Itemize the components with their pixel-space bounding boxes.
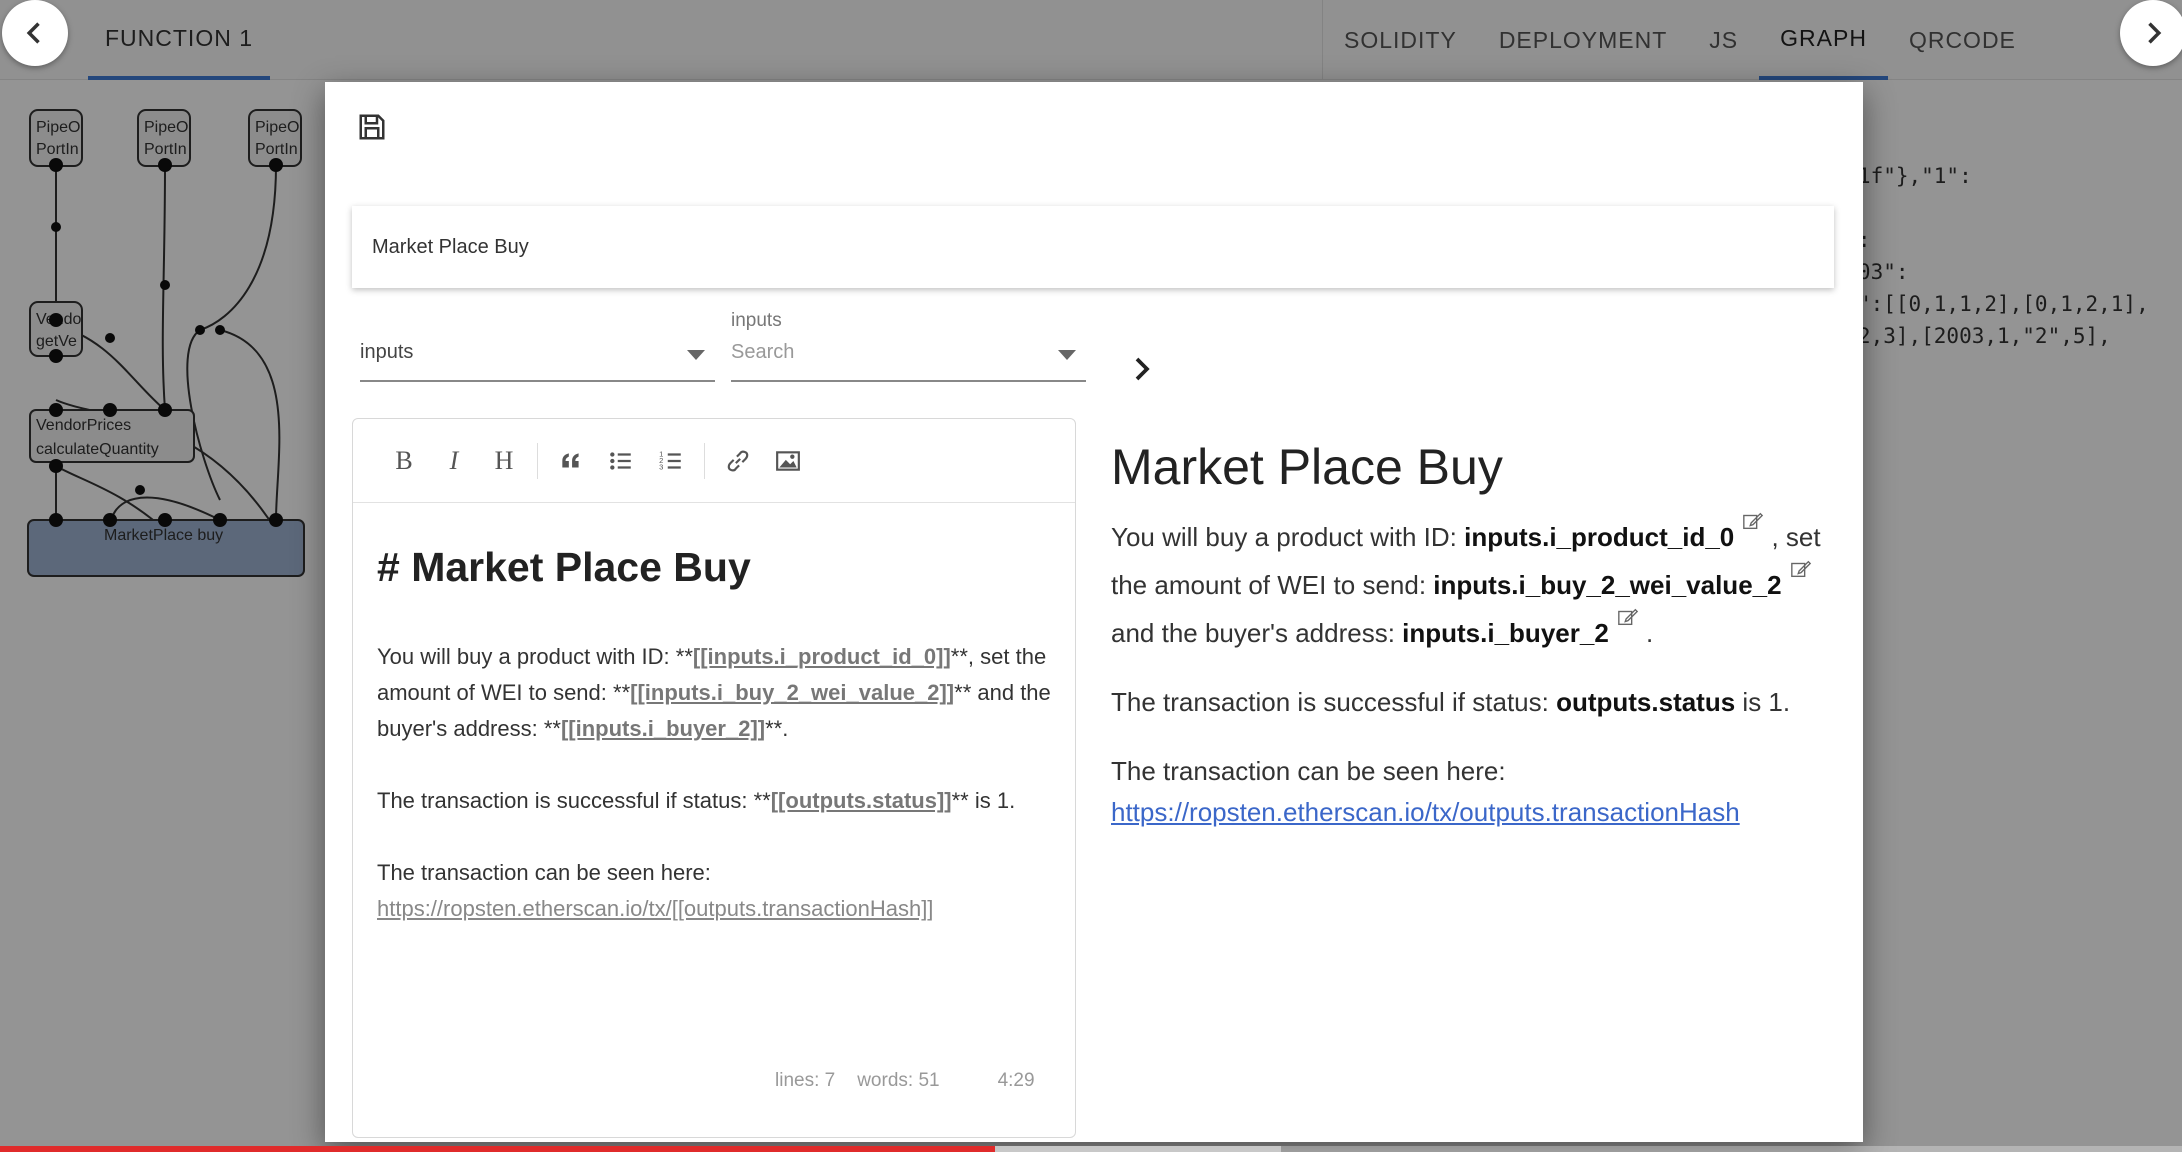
preview-field: inputs.i_buy_2_wei_value_2 bbox=[1433, 570, 1782, 600]
field-search-select[interactable]: inputs Search bbox=[731, 310, 1086, 382]
editor-text: The transaction is successful if status:… bbox=[377, 788, 771, 813]
transaction-link[interactable]: https://ropsten.etherscan.io/tx/outputs.… bbox=[1111, 797, 1740, 827]
heading-icon: H bbox=[494, 445, 514, 475]
line-count: lines: 7 bbox=[775, 1070, 836, 1091]
video-progress-fill bbox=[0, 1146, 995, 1152]
caret-down-icon bbox=[1058, 350, 1076, 360]
bullet-list-button[interactable] bbox=[596, 436, 646, 486]
markdown-editor-dialog: Market Place Buy inputs inputs Search B … bbox=[325, 82, 1863, 1142]
preview-text: You will buy a product with ID: bbox=[1111, 522, 1465, 552]
save-icon[interactable] bbox=[357, 112, 387, 142]
italic-button[interactable]: I bbox=[429, 436, 479, 486]
numbered-list-button[interactable]: 123 bbox=[646, 436, 696, 486]
editor-status-bar: lines: 7 words: 51 4:29 bbox=[775, 1070, 1035, 1092]
caret-down-icon bbox=[687, 350, 705, 360]
video-progress-bar[interactable] bbox=[0, 1146, 2182, 1152]
preview-paragraph: The transaction is successful if status:… bbox=[1111, 682, 1831, 723]
bold-button[interactable]: B bbox=[379, 436, 429, 486]
editor-text: You will buy a product with ID: ** bbox=[377, 644, 693, 669]
link-icon bbox=[727, 450, 749, 471]
image-icon bbox=[776, 450, 800, 471]
video-buffer bbox=[994, 1146, 1281, 1152]
editor-content[interactable]: # Market Place Buy You will buy a produc… bbox=[377, 539, 1067, 963]
word-count: words: 51 bbox=[857, 1070, 940, 1091]
source-select[interactable]: inputs bbox=[360, 310, 715, 382]
markdown-editor[interactable]: B I H 123 # Market Place Buy You will bu… bbox=[352, 418, 1076, 1138]
editor-paragraph: You will buy a product with ID: **[[inpu… bbox=[377, 639, 1067, 747]
editor-toolbar: B I H 123 bbox=[353, 419, 1075, 503]
link-button[interactable] bbox=[713, 436, 763, 486]
preview-text: The transaction can be seen here: bbox=[1111, 756, 1506, 786]
preview-heading: Market Place Buy bbox=[1111, 439, 1503, 495]
numbered-list-icon: 123 bbox=[659, 449, 681, 471]
quote-button[interactable] bbox=[546, 436, 596, 486]
field-search-placeholder: Search bbox=[731, 341, 795, 363]
app-window: FUNCTION 1 SOLIDITY DEPLOYMENT JS GRAPH … bbox=[0, 0, 2182, 1152]
field-search-label: inputs bbox=[731, 310, 782, 331]
preview-text: The transaction is successful if status: bbox=[1111, 687, 1557, 717]
toolbar-divider bbox=[537, 442, 538, 479]
edit-icon[interactable] bbox=[1617, 606, 1639, 628]
preview-field: inputs.i_product_id_0 bbox=[1464, 522, 1735, 552]
editor-field-ref: [[inputs.i_buyer_2]] bbox=[560, 716, 766, 741]
toolbar-divider bbox=[704, 442, 705, 479]
preview-text: and the buyer's address: bbox=[1111, 618, 1403, 648]
bold-icon: B bbox=[395, 445, 413, 475]
editor-field-ref: [[outputs.status]] bbox=[770, 788, 952, 813]
preview-field: outputs.status bbox=[1556, 687, 1736, 717]
bullet-list-icon bbox=[610, 451, 631, 470]
quote-icon bbox=[562, 452, 579, 467]
previous-button[interactable] bbox=[2, 0, 68, 66]
preview-paragraph: The transaction can be seen here: https:/… bbox=[1111, 751, 1831, 833]
editor-url: https://ropsten.etherscan.io/tx/[[output… bbox=[377, 896, 934, 921]
heading-button[interactable]: H bbox=[479, 436, 529, 486]
edit-icon[interactable] bbox=[1742, 510, 1764, 532]
editor-text: The transaction can be seen here: bbox=[377, 860, 711, 885]
svg-text:3: 3 bbox=[659, 462, 663, 471]
editor-field-ref: [[inputs.i_product_id_0]] bbox=[692, 644, 951, 669]
source-select-value: inputs bbox=[360, 341, 414, 363]
preview-text: is 1. bbox=[1735, 687, 1791, 717]
edit-icon[interactable] bbox=[1790, 558, 1812, 580]
editor-paragraph: The transaction can be seen here: https:/… bbox=[377, 855, 1067, 927]
preview-field: inputs.i_buyer_2 bbox=[1402, 618, 1609, 648]
italic-icon: I bbox=[449, 445, 459, 475]
preview-paragraph: You will buy a product with ID: inputs.i… bbox=[1111, 510, 1831, 654]
title-input[interactable]: Market Place Buy bbox=[352, 206, 1834, 288]
editor-paragraph: The transaction is successful if status:… bbox=[377, 783, 1067, 819]
editor-heading: # Market Place Buy bbox=[377, 544, 751, 590]
markdown-preview: Market Place Buy You will buy a product … bbox=[1111, 432, 1831, 861]
editor-text: ** is 1. bbox=[951, 788, 1016, 813]
cursor-position: 4:29 bbox=[997, 1070, 1035, 1091]
insert-chevron-icon[interactable] bbox=[1127, 354, 1157, 384]
image-button[interactable] bbox=[763, 436, 813, 486]
editor-text: **. bbox=[765, 716, 789, 741]
preview-text: . bbox=[1638, 618, 1654, 648]
chevron-right-icon bbox=[2148, 22, 2162, 44]
chevron-left-icon bbox=[26, 22, 40, 44]
editor-field-ref: [[inputs.i_buy_2_wei_value_2]] bbox=[630, 680, 955, 705]
next-button[interactable] bbox=[2120, 0, 2182, 66]
